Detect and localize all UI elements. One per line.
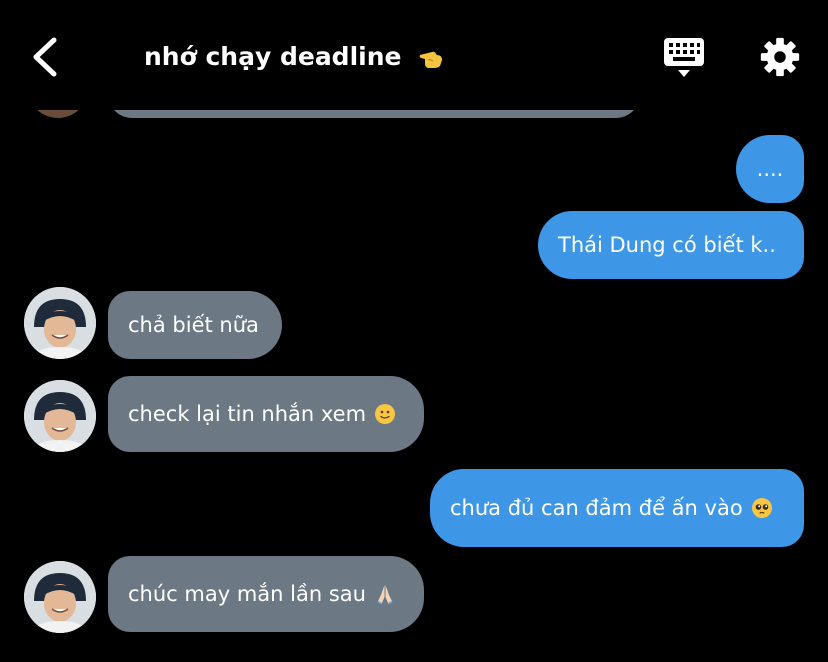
chat-screen: nhớ chạy deadline .... Thái Dung có biết…	[0, 0, 828, 662]
back-button[interactable]	[24, 30, 68, 84]
message-text: chưa đủ can đảm để ấn vào	[450, 496, 743, 520]
message-text: check lại tin nhắn xem	[128, 402, 367, 426]
message-bubble-incoming[interactable]: check lại tin nhắn xem	[108, 376, 424, 452]
keyboard-icon	[664, 38, 704, 77]
pleading-face-emoji	[751, 498, 772, 518]
message-bubble-incoming[interactable]: chả biết nữa	[108, 291, 282, 359]
person-avatar-icon	[24, 561, 96, 633]
gear-icon	[760, 37, 800, 77]
message-bubble-outgoing[interactable]: ....	[736, 135, 804, 203]
person-avatar-icon	[24, 287, 96, 359]
chevron-left-icon	[33, 37, 57, 77]
slightly-smiling-face-emoji	[375, 404, 396, 424]
avatar[interactable]	[24, 380, 96, 452]
avatar[interactable]	[24, 561, 96, 633]
pointing-hand-emoji	[419, 51, 443, 68]
message-text: ....	[756, 157, 784, 181]
chat-title-text: nhớ chạy deadline	[144, 42, 402, 71]
message-text: Thái Dung có biết k..	[558, 233, 776, 257]
chat-header: nhớ chạy deadline	[0, 0, 828, 110]
message-bubble-outgoing[interactable]: Thái Dung có biết k..	[538, 211, 804, 279]
message-text: chúc may mắn lần sau	[128, 582, 366, 606]
message-bubble-incoming[interactable]: chúc may mắn lần sau	[108, 556, 424, 632]
avatar[interactable]	[24, 287, 96, 359]
folded-hands-emoji	[377, 585, 393, 605]
message-text: chả biết nữa	[128, 313, 259, 337]
message-bubble-outgoing[interactable]: chưa đủ can đảm để ấn vào	[430, 469, 804, 547]
settings-button[interactable]	[756, 34, 804, 80]
person-avatar-icon	[24, 380, 96, 452]
chat-title[interactable]: nhớ chạy deadline	[144, 40, 444, 74]
keyboard-button[interactable]	[660, 34, 708, 80]
